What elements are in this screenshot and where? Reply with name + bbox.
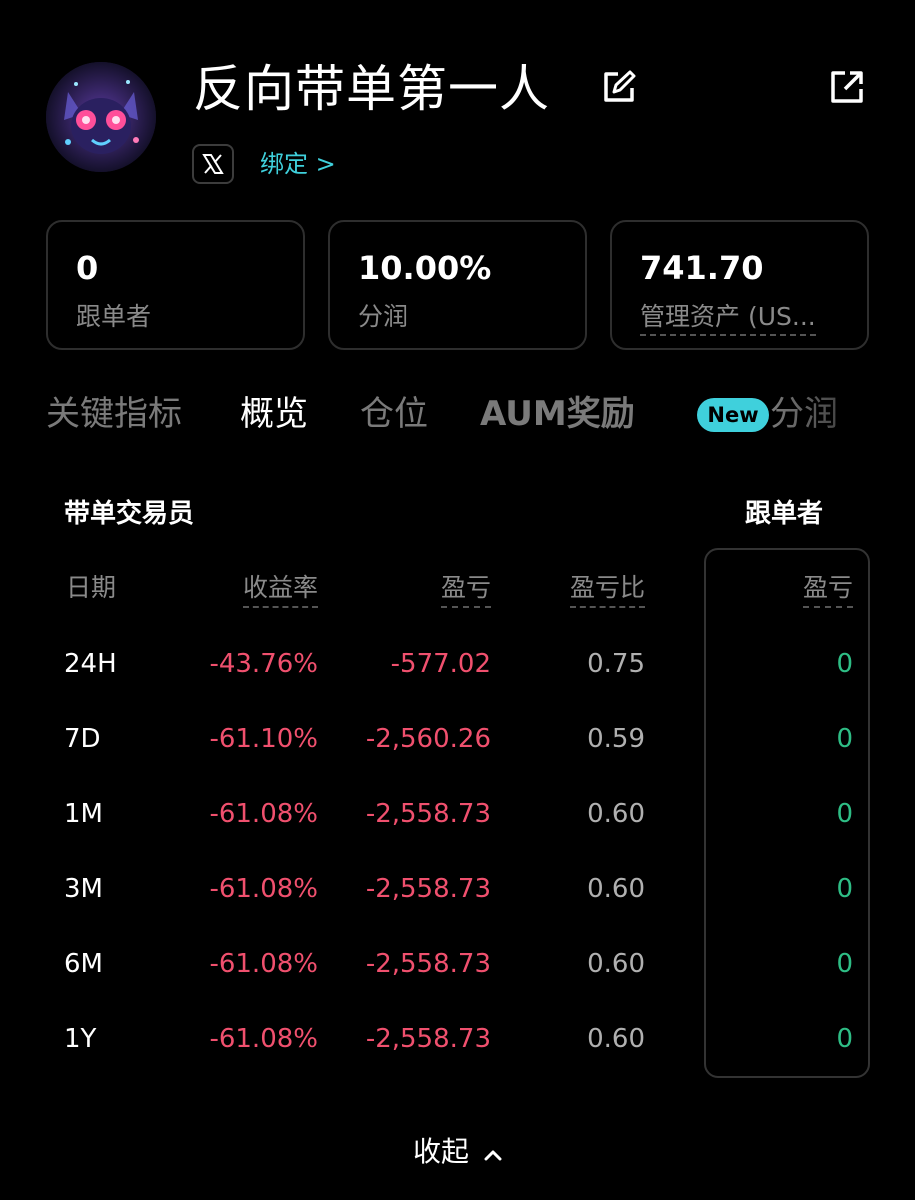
aum-value: 741.70 xyxy=(640,249,764,287)
collapse-button[interactable]: 收起 xyxy=(0,1130,915,1175)
row-period: 24H xyxy=(64,649,117,679)
row-follower-pnl: 0 xyxy=(836,649,853,679)
bind-link[interactable]: 绑定 > xyxy=(260,146,336,182)
col-roi[interactable]: 收益率 xyxy=(242,570,318,608)
col-pnl[interactable]: 盈亏 xyxy=(440,570,491,608)
tab-key-metrics[interactable]: 关键指标 xyxy=(46,388,182,440)
row-pnl: -577.02 xyxy=(390,649,491,679)
row-roi: -43.76% xyxy=(209,649,318,679)
trader-heading: 带单交易员 xyxy=(64,499,195,529)
row-follower-pnl: 0 xyxy=(836,1024,853,1054)
col-follower-pnl[interactable]: 盈亏 xyxy=(802,570,853,608)
avatar[interactable] xyxy=(46,62,156,172)
tab-aum-rewards[interactable]: AUM奖励 xyxy=(480,388,635,440)
row-period: 1M xyxy=(64,799,103,829)
follower-heading: 跟单者 xyxy=(745,499,824,529)
row-pnl-ratio: 0.75 xyxy=(587,649,645,679)
tab-overview[interactable]: 概览 xyxy=(240,388,308,440)
row-follower-pnl: 0 xyxy=(836,874,853,904)
row-pnl: -2,558.73 xyxy=(365,949,491,979)
tab-positions[interactable]: 仓位 xyxy=(360,388,428,440)
row-pnl-ratio: 0.60 xyxy=(587,949,645,979)
followers-count: 0 xyxy=(76,249,99,287)
row-pnl-ratio: 0.60 xyxy=(587,799,645,829)
x-icon[interactable] xyxy=(192,144,234,184)
collapse-label: 收起 xyxy=(413,1135,470,1168)
trader-name: 反向带单第一人 xyxy=(193,60,550,118)
row-pnl: -2,560.26 xyxy=(365,724,491,754)
row-pnl: -2,558.73 xyxy=(365,874,491,904)
row-follower-pnl: 0 xyxy=(836,724,853,754)
profit-share-card: 10.00% 分润 xyxy=(328,220,587,350)
profit-share-value: 10.00% xyxy=(358,249,492,287)
col-date: 日期 xyxy=(66,573,117,602)
followers-card: 0 跟单者 xyxy=(46,220,305,350)
row-pnl: -2,558.73 xyxy=(365,799,491,829)
aum-card[interactable]: 741.70 管理资产 (US... xyxy=(610,220,869,350)
edit-icon[interactable] xyxy=(600,68,638,106)
share-icon[interactable] xyxy=(828,68,866,106)
col-pnl-ratio[interactable]: 盈亏比 xyxy=(569,570,645,608)
row-pnl-ratio: 0.59 xyxy=(587,724,645,754)
row-period: 6M xyxy=(64,949,103,979)
tab-fade-overlay xyxy=(770,388,915,440)
row-roi: -61.08% xyxy=(209,874,318,904)
aum-label[interactable]: 管理资产 (US... xyxy=(640,300,816,336)
row-pnl-ratio: 0.60 xyxy=(587,1024,645,1054)
row-pnl-ratio: 0.60 xyxy=(587,874,645,904)
row-follower-pnl: 0 xyxy=(836,799,853,829)
row-roi: -61.08% xyxy=(209,949,318,979)
row-period: 7D xyxy=(64,724,101,754)
new-badge: New xyxy=(697,398,769,432)
row-roi: -61.10% xyxy=(209,724,318,754)
row-period: 3M xyxy=(64,874,103,904)
row-pnl: -2,558.73 xyxy=(365,1024,491,1054)
row-roi: -61.08% xyxy=(209,1024,318,1054)
trader-profile-page: 反向带单第一人 绑定 > 0 跟单者 10.00% 分润 741.70 管理资产… xyxy=(0,0,915,1200)
profit-share-label: 分润 xyxy=(358,302,409,331)
avatar-art xyxy=(46,62,156,172)
row-period: 1Y xyxy=(64,1024,97,1054)
chevron-up-icon xyxy=(484,1131,502,1175)
followers-label: 跟单者 xyxy=(76,302,152,331)
row-follower-pnl: 0 xyxy=(836,949,853,979)
row-roi: -61.08% xyxy=(209,799,318,829)
